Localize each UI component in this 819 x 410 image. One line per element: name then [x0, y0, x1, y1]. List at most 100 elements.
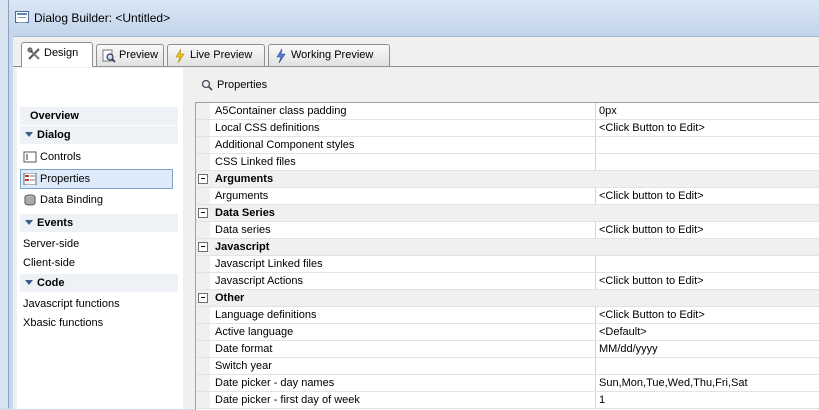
- property-row[interactable]: Switch year: [196, 358, 819, 375]
- title-bar: Dialog Builder: <Untitled>: [9, 0, 819, 36]
- nav-section-code[interactable]: Code: [20, 274, 178, 292]
- collapse-triangle-icon: [25, 132, 33, 138]
- row-gutter: [196, 358, 210, 374]
- category-label: Other: [215, 292, 245, 304]
- property-name: Local CSS definitions: [210, 120, 596, 136]
- property-category-row[interactable]: Arguments: [196, 171, 819, 188]
- window-title: Dialog Builder: <Untitled>: [34, 11, 171, 25]
- nav-item-controls[interactable]: Controls: [23, 148, 81, 166]
- row-gutter: [196, 341, 210, 357]
- properties-header: Properties: [189, 68, 819, 102]
- dialog-builder-app-icon: [15, 11, 29, 23]
- properties-panel: Properties A5Container class padding 0px L…: [189, 68, 819, 410]
- nav-item-data-binding-label: Data Binding: [40, 194, 103, 206]
- tab-preview[interactable]: Preview: [96, 44, 164, 66]
- collapse-minus-icon[interactable]: [198, 208, 208, 218]
- tab-live-preview-label: Live Preview: [190, 49, 253, 61]
- collapse-minus-icon[interactable]: [198, 293, 208, 303]
- property-row[interactable]: Additional Component styles: [196, 137, 819, 154]
- nav-item-server-side[interactable]: Server-side: [23, 235, 79, 253]
- property-category-row[interactable]: Other: [196, 290, 819, 307]
- property-value[interactable]: <Click Button to Edit>: [596, 120, 819, 136]
- row-gutter: [196, 375, 210, 391]
- collapse-minus-icon[interactable]: [198, 174, 208, 184]
- property-name: Language definitions: [210, 307, 596, 323]
- database-icon: [24, 194, 36, 206]
- nav-item-client-side[interactable]: Client-side: [23, 254, 75, 272]
- nav-section-dialog[interactable]: Dialog: [20, 126, 178, 144]
- property-row[interactable]: Javascript Linked files: [196, 256, 819, 273]
- property-row[interactable]: Language definitions <Click Button to Edi…: [196, 307, 819, 324]
- property-category-row[interactable]: Data Series: [196, 205, 819, 222]
- category-label: Data Series: [215, 207, 275, 219]
- nav-section-dialog-label: Dialog: [37, 129, 71, 141]
- row-gutter: [196, 188, 210, 204]
- magnifier-page-icon: [102, 49, 116, 63]
- row-gutter: [196, 324, 210, 340]
- row-gutter: [196, 392, 210, 408]
- property-value[interactable]: <Click button to Edit>: [596, 273, 819, 289]
- property-value[interactable]: [596, 154, 819, 170]
- row-gutter: [196, 273, 210, 289]
- property-row[interactable]: A5Container class padding 0px: [196, 103, 819, 120]
- property-value[interactable]: Sun,Mon,Tue,Wed,Thu,Fri,Sat: [596, 375, 819, 391]
- property-row[interactable]: Date picker - first day of week 1: [196, 392, 819, 409]
- row-gutter: [196, 120, 210, 136]
- property-row[interactable]: Date format MM/dd/yyyy: [196, 341, 819, 358]
- nav-overview[interactable]: Overview: [20, 107, 178, 125]
- row-gutter: [196, 256, 210, 272]
- controls-icon: [23, 151, 37, 163]
- tab-preview-label: Preview: [119, 49, 159, 61]
- row-gutter: [196, 103, 210, 119]
- property-value[interactable]: MM/dd/yyyy: [596, 341, 819, 357]
- row-gutter: [196, 205, 210, 221]
- tab-live-preview[interactable]: Live Preview: [167, 44, 265, 66]
- dialog-builder-window: Dialog Builder: <Untitled> Design Previe…: [8, 0, 819, 410]
- property-value[interactable]: <Click Button to Edit>: [596, 307, 819, 323]
- property-value[interactable]: [596, 358, 819, 374]
- property-grid: A5Container class padding 0px Local CSS de…: [195, 102, 819, 410]
- nav-item-xbasic-functions[interactable]: Xbasic functions: [23, 314, 103, 332]
- property-value[interactable]: [596, 256, 819, 272]
- property-row[interactable]: Active language <Default>: [196, 324, 819, 341]
- nav-item-data-binding[interactable]: Data Binding: [23, 191, 103, 209]
- property-name: A5Container class padding: [210, 103, 596, 119]
- category-label: Javascript: [215, 241, 270, 253]
- property-name: Switch year: [210, 358, 596, 374]
- nav-item-properties[interactable]: Properties: [20, 169, 173, 189]
- property-row[interactable]: Arguments <Click button to Edit>: [196, 188, 819, 205]
- search-icon: [201, 79, 213, 91]
- tools-icon: [27, 47, 40, 60]
- property-row[interactable]: Data series <Click button to Edit>: [196, 222, 819, 239]
- tab-working-preview-label: Working Preview: [291, 49, 374, 61]
- tab-bar: Design Preview Live Preview Working Prev…: [13, 37, 819, 67]
- property-value[interactable]: <Click button to Edit>: [596, 222, 819, 238]
- property-row[interactable]: Date picker - day names Sun,Mon,Tue,Wed,T…: [196, 375, 819, 392]
- nav-section-code-label: Code: [37, 277, 65, 289]
- property-value[interactable]: <Default>: [596, 324, 819, 340]
- property-value[interactable]: <Click button to Edit>: [596, 188, 819, 204]
- lightning-blue-icon: [276, 49, 286, 63]
- nav-item-properties-label: Properties: [40, 173, 91, 185]
- property-name: Additional Component styles: [210, 137, 596, 153]
- property-name: Arguments: [210, 188, 596, 204]
- property-value[interactable]: 0px: [596, 103, 819, 119]
- collapse-triangle-icon: [25, 220, 33, 226]
- property-value[interactable]: 1: [596, 392, 819, 408]
- nav-section-events[interactable]: Events: [20, 214, 178, 232]
- properties-icon: [23, 173, 37, 186]
- row-gutter: [196, 222, 210, 238]
- property-name: CSS Linked files: [210, 154, 596, 170]
- property-row[interactable]: Local CSS definitions <Click Button to Ed…: [196, 120, 819, 137]
- nav-item-javascript-functions[interactable]: Javascript functions: [23, 295, 120, 313]
- property-name: Date picker - day names: [210, 375, 596, 391]
- property-row[interactable]: Javascript Actions <Click button to Edit>: [196, 273, 819, 290]
- property-name: Date format: [210, 341, 596, 357]
- property-row[interactable]: CSS Linked files: [196, 154, 819, 171]
- client-area: Design Preview Live Preview Working Prev…: [13, 36, 819, 410]
- property-category-row[interactable]: Javascript: [196, 239, 819, 256]
- tab-working-preview[interactable]: Working Preview: [268, 44, 390, 66]
- collapse-minus-icon[interactable]: [198, 242, 208, 252]
- tab-design[interactable]: Design: [21, 42, 93, 67]
- property-value[interactable]: [596, 137, 819, 153]
